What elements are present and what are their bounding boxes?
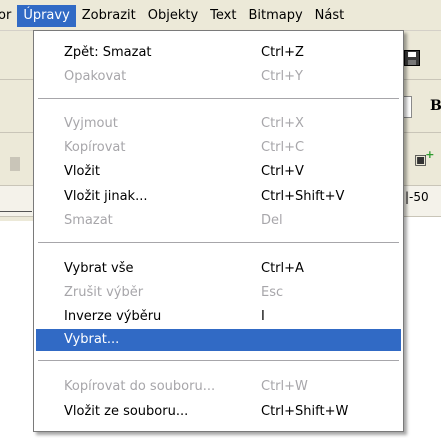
save-icon[interactable]	[404, 50, 420, 66]
menu-item-label: Vložit	[64, 164, 100, 179]
menu-item-shortcut: Ctrl+Y	[261, 69, 303, 84]
menu-item-label: Vložit jinak...	[64, 189, 148, 204]
ruler-label: |-50	[405, 190, 429, 204]
left-tool-icon[interactable]	[10, 157, 20, 171]
menu-item-shortcut: Ctrl+W	[261, 379, 308, 394]
menu-item-paste[interactable]: Vložit Ctrl+V	[36, 161, 401, 183]
menu-item-label: Vybrat vše	[64, 261, 134, 276]
menu-item-paste-from-file[interactable]: Vložit ze souboru... Ctrl+Shift+W	[36, 401, 401, 423]
menu-bitmapy[interactable]: Bitmapy	[242, 5, 308, 27]
menu-item-label: Kopírovat	[64, 140, 126, 155]
menu-item-label: Zpět: Smazat	[64, 45, 152, 60]
menu-item-deselect[interactable]: Zrušit výběr Esc	[36, 282, 401, 304]
menu-text[interactable]: Text	[204, 5, 242, 27]
menu-separator	[38, 360, 399, 362]
menu-item-label: Zrušit výběr	[64, 285, 144, 300]
menu-item-shortcut: Ctrl+A	[261, 261, 304, 276]
menu-item-label: Kopírovat do souboru...	[64, 379, 216, 394]
menu-item-shortcut: Ctrl+Shift+W	[261, 404, 349, 419]
menu-nastroje[interactable]: Nást	[309, 5, 351, 27]
edit-menu-dropdown: Zpět: Smazat Ctrl+Z Opakovat Ctrl+Y Vyjm…	[33, 30, 404, 432]
menu-item-select[interactable]: Vybrat...	[36, 329, 401, 351]
menu-item-shortcut: Ctrl+Shift+V	[261, 189, 345, 204]
menu-separator	[38, 98, 399, 100]
menu-item-shortcut: Ctrl+V	[261, 164, 304, 179]
menu-upravy[interactable]: Úpravy	[17, 5, 76, 27]
menu-item-redo[interactable]: Opakovat Ctrl+Y	[36, 66, 401, 88]
menu-item-shortcut: Ctrl+Z	[261, 45, 304, 60]
menu-item-shortcut: Esc	[261, 285, 284, 300]
menu-item-shortcut: Ctrl+C	[261, 140, 305, 155]
menu-item-label: Inverze výběru	[64, 309, 162, 324]
menu-item-label: Vyjmout	[64, 116, 118, 131]
menu-item-paste-special[interactable]: Vložit jinak... Ctrl+Shift+V	[36, 186, 401, 208]
menu-item-copy[interactable]: Kopírovat Ctrl+C	[36, 137, 401, 159]
menu-item-cut[interactable]: Vyjmout Ctrl+X	[36, 113, 401, 135]
menu-objekty[interactable]: Objekty	[142, 5, 204, 27]
menu-item-label: Opakovat	[64, 69, 127, 84]
menu-item-shortcut: Del	[261, 213, 283, 228]
menu-item-label: Vložit ze souboru...	[64, 404, 189, 419]
menu-item-copy-to-file[interactable]: Kopírovat do souboru... Ctrl+W	[36, 376, 401, 398]
menu-item-select-all[interactable]: Vybrat vše Ctrl+A	[36, 258, 401, 280]
menu-item-label: Smazat	[64, 213, 113, 228]
menu-item-delete[interactable]: Smazat Del	[36, 210, 401, 232]
menu-item-shortcut: Ctrl+X	[261, 116, 304, 131]
menu-item-shortcut: I	[261, 309, 265, 324]
menu-nastroje-partial[interactable]: or	[0, 5, 17, 27]
menu-item-label: Vybrat...	[64, 332, 120, 347]
add-page-icon[interactable]: ▣+	[414, 148, 436, 168]
menubar: or Úpravy Zobrazit Objekty Text Bitmapy …	[0, 0, 441, 31]
menu-separator	[38, 242, 399, 244]
ruler-ticks-left	[0, 205, 32, 212]
menu-item-undo[interactable]: Zpět: Smazat Ctrl+Z	[36, 42, 401, 64]
menu-item-invert-selection[interactable]: Inverze výběru I	[36, 306, 401, 328]
menu-zobrazit[interactable]: Zobrazit	[76, 5, 142, 27]
bold-button[interactable]: B	[430, 98, 441, 114]
